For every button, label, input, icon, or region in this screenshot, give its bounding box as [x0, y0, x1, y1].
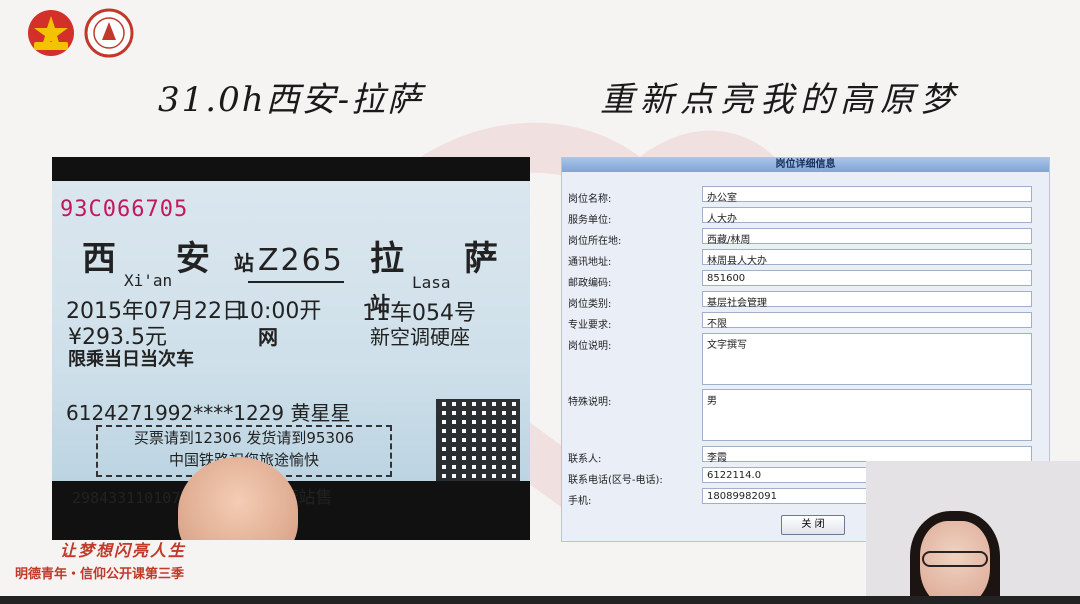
ticket-to-pinyin: Lasa — [412, 273, 451, 292]
ticket-channel: 网 — [258, 325, 278, 349]
field-service-unit[interactable]: 人大办 — [702, 207, 1032, 225]
field-contact[interactable]: 李霞 — [702, 446, 1032, 464]
slide-title-left: 31.0h西安-拉萨 — [158, 80, 424, 120]
panel-header: 岗位详细信息 — [562, 158, 1049, 172]
ticket-time: 10:00开 — [236, 299, 322, 324]
footer-slogan: 让梦想闪亮人生 — [60, 541, 187, 560]
youth-league-logo — [28, 10, 74, 56]
field-description[interactable]: 文字撰写 — [702, 333, 1032, 385]
field-address[interactable]: 林周县人大办 — [702, 249, 1032, 267]
field-category[interactable]: 基层社会管理 — [702, 291, 1032, 309]
university-seal-logo — [84, 8, 134, 58]
ticket-passenger: 6124271992****1229 黄星星 — [66, 401, 351, 425]
field-special-notes[interactable]: 男 — [702, 389, 1032, 441]
ticket-qr-code — [436, 399, 520, 483]
ticket-serial: 93C066705 — [60, 197, 189, 222]
footer-series: 明德青年・信仰公开课第三季 — [15, 567, 185, 582]
field-location[interactable]: 西藏/林周 — [702, 228, 1032, 246]
slide-title-right: 重新点亮我的高原梦 — [600, 80, 960, 120]
webcam-overlay — [866, 461, 1080, 604]
ticket-card: 93C066705 西 安站 Xi'an Z265 拉 萨站 Lasa 2015… — [52, 181, 530, 508]
ticket-from-pinyin: Xi'an — [124, 271, 173, 290]
ticket-train-number: Z265 — [258, 243, 344, 278]
field-position-name[interactable]: 办公室 — [702, 186, 1032, 204]
ticket-arrow — [248, 281, 344, 283]
train-ticket-photo: 93C066705 西 安站 Xi'an Z265 拉 萨站 Lasa 2015… — [52, 157, 530, 540]
logo-group — [26, 8, 134, 58]
ticket-limit: 限乘当日当次车 — [68, 349, 194, 370]
ticket-notice-line1: 买票请到12306 发货请到95306 — [133, 429, 355, 447]
field-major[interactable]: 不限 — [702, 312, 1032, 330]
bottom-bar — [0, 596, 1080, 604]
ticket-seat-type: 新空调硬座 — [370, 325, 470, 349]
field-postcode[interactable]: 851600 — [702, 270, 1032, 286]
presenter-glasses — [922, 551, 988, 567]
close-button[interactable]: 关 闭 — [781, 515, 845, 535]
